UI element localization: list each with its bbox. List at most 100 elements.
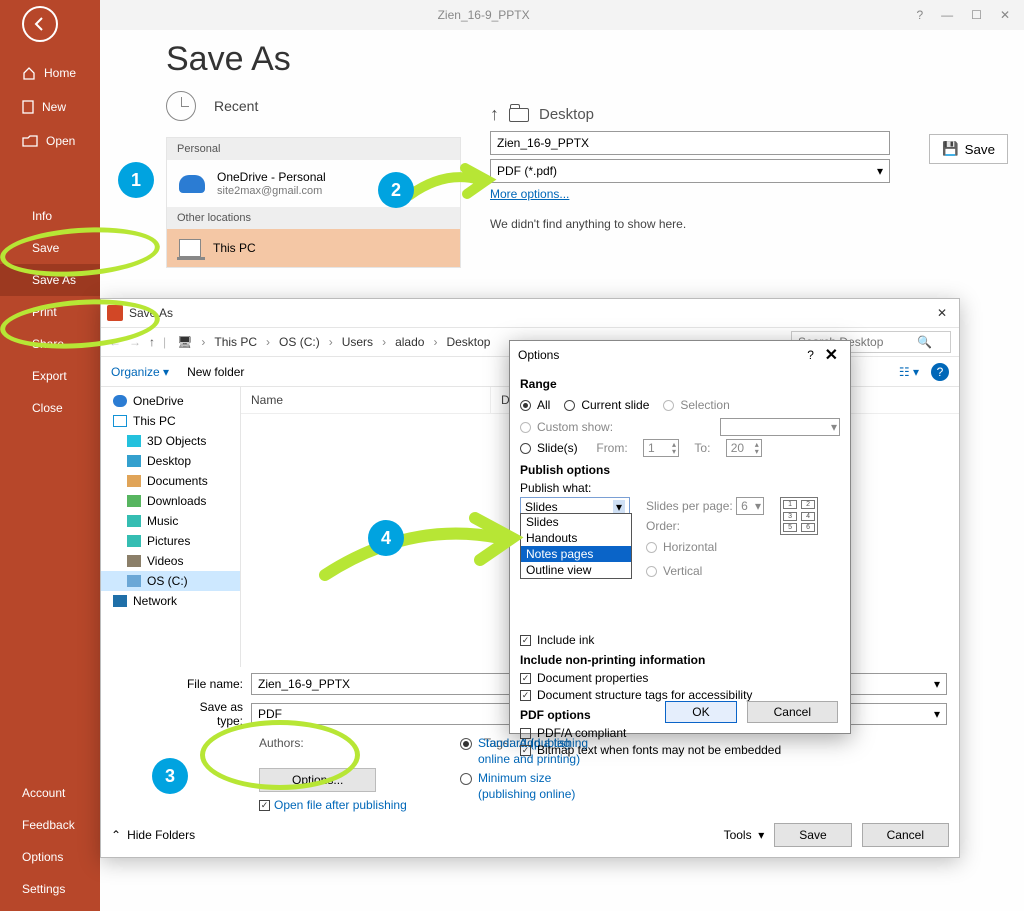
page-title: Save As <box>166 40 1024 79</box>
sidebar-feedback[interactable]: Feedback <box>0 809 100 841</box>
view-button[interactable]: ☷ ▾ <box>899 365 919 379</box>
thispc-row[interactable]: This PC <box>167 229 460 267</box>
nav-downloads[interactable]: Downloads <box>101 491 240 511</box>
maximize-icon[interactable]: ☐ <box>971 8 982 22</box>
cloud-icon <box>113 395 127 407</box>
checkbox-icon <box>259 800 270 811</box>
more-options-link[interactable]: More options... <box>490 187 569 201</box>
cancel-button[interactable]: Cancel <box>747 701 838 723</box>
nav-videos[interactable]: Videos <box>101 551 240 571</box>
doc-icon <box>127 475 141 487</box>
up-nav[interactable]: ↑ <box>149 335 155 349</box>
help-icon[interactable]: ? <box>931 363 949 381</box>
close-icon[interactable]: ✕ <box>821 345 842 365</box>
sidebar-settings[interactable]: Settings <box>0 873 100 905</box>
options-title: Options <box>518 348 559 362</box>
nonprint-header: Include non-printing information <box>520 653 840 667</box>
sidebar-close[interactable]: Close <box>0 392 100 424</box>
include-ink[interactable]: Include ink <box>520 633 840 647</box>
options-button[interactable]: Options... <box>259 768 376 792</box>
authors-label: Authors: <box>259 736 304 750</box>
pc-icon <box>179 239 201 257</box>
range-current[interactable]: Current slide <box>564 398 649 412</box>
save-button[interactable]: 💾 Save <box>929 134 1008 164</box>
sidebar-save[interactable]: Save <box>0 232 100 264</box>
sidebar-export[interactable]: Export <box>0 360 100 392</box>
sidebar-share[interactable]: Share <box>0 328 100 360</box>
ok-button[interactable]: OK <box>665 701 736 723</box>
order-horizontal: Horizontal <box>646 540 764 554</box>
col-name[interactable]: Name <box>241 387 491 413</box>
clock-icon <box>166 91 196 121</box>
dialog-title: Save As <box>129 306 173 320</box>
filename-label: File name: <box>171 677 251 691</box>
nav-music[interactable]: Music <box>101 511 240 531</box>
sidebar-home[interactable]: Home <box>0 56 100 90</box>
close-icon[interactable]: ✕ <box>931 306 953 320</box>
window-title: Zien_16-9_PPTX <box>51 8 917 22</box>
nav-3d-objects[interactable]: 3D Objects <box>101 431 240 451</box>
pdfa-compliant[interactable]: PDF/A compliant <box>520 726 840 740</box>
sidebar-print[interactable]: Print <box>0 296 100 328</box>
locations-list: Personal OneDrive - Personal site2max@gm… <box>166 137 461 268</box>
publish-what-dropdown[interactable]: Slides Handouts Notes pages Outline view <box>520 513 632 579</box>
backstage-sidebar: Home New Open Info Save Save As Print Sh… <box>0 0 100 911</box>
back-nav[interactable]: ← <box>109 335 121 349</box>
drive-icon <box>127 575 141 587</box>
help-icon[interactable]: ? <box>916 8 923 22</box>
filename-input[interactable]: Zien_16-9_PPTX <box>490 131 890 155</box>
nav-documents[interactable]: Documents <box>101 471 240 491</box>
sidebar-open[interactable]: Open <box>0 124 100 158</box>
step-badge-2: 2 <box>378 172 414 208</box>
vid-icon <box>127 555 141 567</box>
sidebar-saveas[interactable]: Save As <box>0 264 100 296</box>
option-slides[interactable]: Slides <box>521 514 631 530</box>
savetype-label: Save as type: <box>171 700 251 728</box>
onedrive-row[interactable]: OneDrive - Personal site2max@gmail.com <box>167 160 460 207</box>
range-header: Range <box>520 377 840 391</box>
range-slides[interactable]: Slide(s) From: 1▴▾ To: 20▴▾ <box>520 439 840 457</box>
option-notes[interactable]: Notes pages <box>521 546 631 562</box>
options-dialog: Options ? ✕ Range All Current slide Sele… <box>509 340 851 734</box>
save-label: Save <box>965 142 995 157</box>
nav-onedrive[interactable]: OneDrive <box>101 391 240 411</box>
nav-pictures[interactable]: Pictures <box>101 531 240 551</box>
titlebar: ☺ ☹ Zien_16-9_PPTX ? — ☐ ✕ <box>0 0 1024 30</box>
to-spinner[interactable]: 20▴▾ <box>726 439 762 457</box>
save-button[interactable]: Save <box>774 823 851 847</box>
fwd-nav[interactable]: → <box>129 335 141 349</box>
option-handouts[interactable]: Handouts <box>521 530 631 546</box>
organize-menu[interactable]: Organize ▾ <box>111 365 169 379</box>
sidebar-info[interactable]: Info <box>0 200 100 232</box>
newfolder-button[interactable]: New folder <box>187 365 244 379</box>
doc-properties[interactable]: Document properties <box>520 671 840 685</box>
bitmap-text[interactable]: Bitmap text when fonts may not be embedd… <box>520 743 840 757</box>
sidebar-new[interactable]: New <box>0 90 100 124</box>
tools-menu[interactable]: Tools ▾ <box>724 828 765 842</box>
doc-tags[interactable]: Document structure tags for accessibilit… <box>520 688 840 702</box>
layout-preview-icon: 12 34 56 <box>780 497 818 535</box>
from-spinner[interactable]: 1▴▾ <box>643 439 679 457</box>
filetype-combo[interactable]: PDF (*.pdf) ▾ <box>490 159 890 183</box>
help-icon[interactable]: ? <box>807 348 814 362</box>
sidebar-options[interactable]: Options <box>0 841 100 873</box>
hide-folders[interactable]: ⌃Hide Folders <box>111 828 195 842</box>
save-icon: 💾 <box>942 141 959 157</box>
opt-minimum[interactable]: Minimum size (publishing online) <box>460 771 608 802</box>
close-icon[interactable]: ✕ <box>1000 8 1010 22</box>
cancel-button[interactable]: Cancel <box>862 823 949 847</box>
3d-icon <box>127 435 141 447</box>
sidebar-account[interactable]: Account <box>0 777 100 809</box>
range-all[interactable]: All <box>520 398 550 412</box>
step-badge-3: 3 <box>152 758 188 794</box>
up-arrow-icon[interactable]: ↑ <box>490 104 499 125</box>
nav-os-c-[interactable]: OS (C:) <box>101 571 240 591</box>
option-outline[interactable]: Outline view <box>521 562 631 578</box>
minimize-icon[interactable]: — <box>941 8 953 22</box>
nav-this-pc[interactable]: This PC <box>101 411 240 431</box>
label: Open <box>46 134 75 148</box>
nav-network[interactable]: Network <box>101 591 240 611</box>
back-button[interactable] <box>22 6 58 42</box>
nav-desktop[interactable]: Desktop <box>101 451 240 471</box>
breadcrumb[interactable]: 🖥 ›This PC ›OS (C:) ›Users ›alado ›Deskt… <box>174 333 493 351</box>
